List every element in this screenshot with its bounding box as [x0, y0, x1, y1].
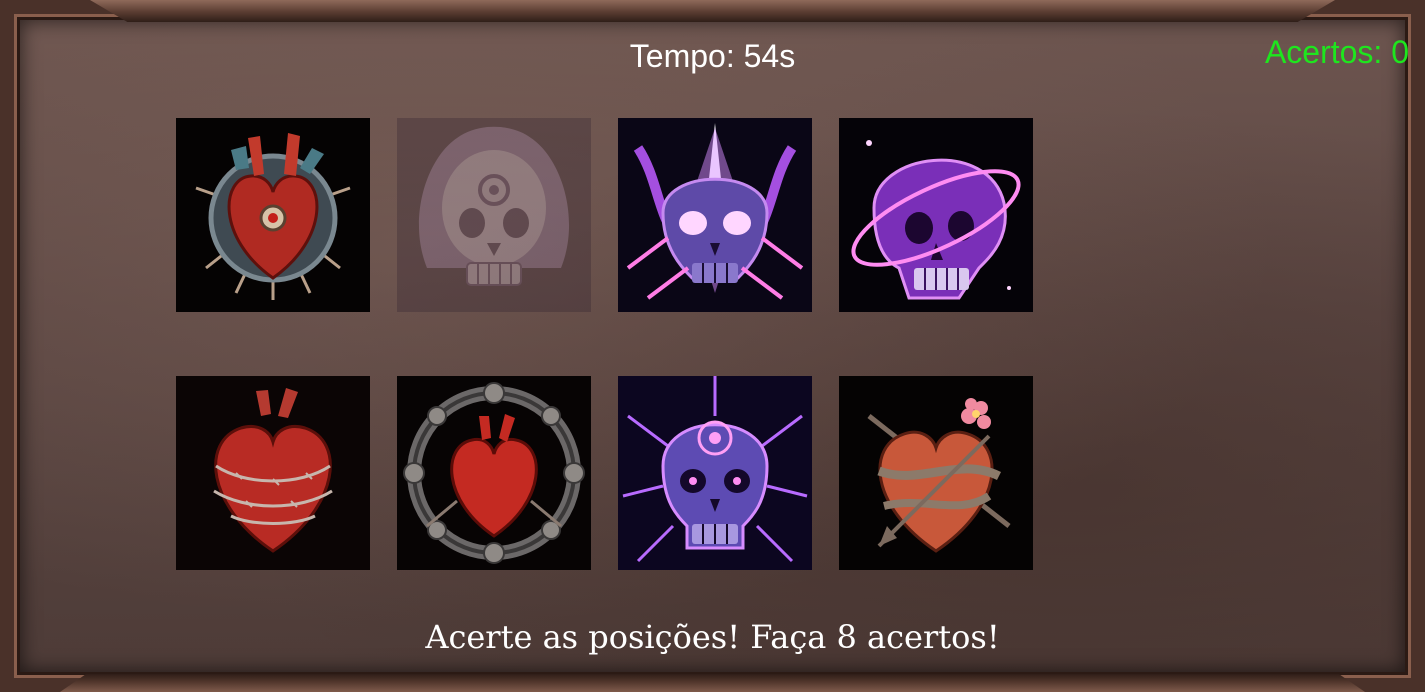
mechanical-heart-icon — [176, 118, 370, 312]
memory-card-7[interactable] — [618, 376, 812, 570]
metal-frame — [0, 0, 1425, 692]
faded-purple-skull-icon — [397, 118, 591, 312]
memory-card-8[interactable] — [839, 376, 1033, 570]
pierced-flower-heart-icon — [839, 376, 1033, 570]
frame-bottom-bar — [60, 674, 1365, 692]
instruction-text: Acerte as posições! Faça 8 acertos! — [425, 618, 1000, 656]
barbed-wire-heart-icon — [176, 376, 370, 570]
memory-card-5[interactable] — [176, 376, 370, 570]
game-board: Tempo: 54s Acertos: 0 Acerte as posições… — [0, 0, 1425, 692]
score-label: Acertos: 0 — [1264, 34, 1409, 70]
memory-card-2[interactable] — [397, 118, 591, 312]
memory-card-3[interactable] — [618, 118, 812, 312]
memory-card-4[interactable] — [839, 118, 1033, 312]
frame-top-bar — [90, 0, 1335, 22]
lightning-skull-icon — [618, 376, 812, 570]
rune-circle-heart-icon — [397, 376, 591, 570]
memory-card-1[interactable] — [176, 118, 370, 312]
horned-purple-skull-icon — [618, 118, 812, 312]
timer-label: Tempo: 54s — [629, 38, 796, 74]
memory-card-6[interactable] — [397, 376, 591, 570]
orbit-skull-icon — [839, 118, 1033, 312]
